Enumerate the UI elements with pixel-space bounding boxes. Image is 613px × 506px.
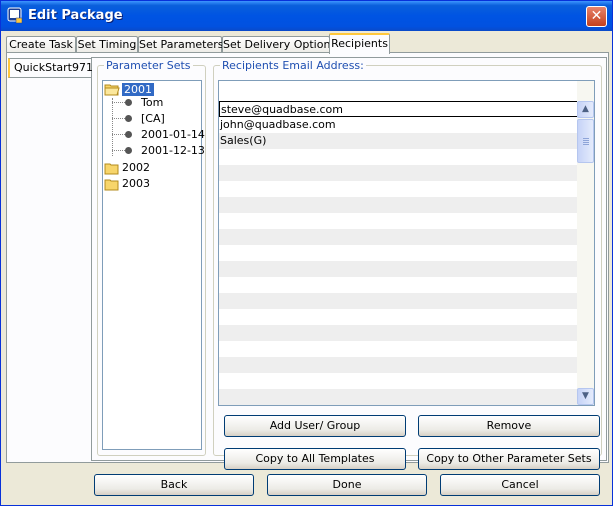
folder-icon [104, 179, 119, 191]
list-item[interactable]: steve@quadbase.com [219, 101, 578, 117]
leaf-icon [125, 99, 132, 106]
app-icon [7, 7, 23, 24]
parameter-sets-tree[interactable]: 2001 Tom [CA] 2001-01-14 2001-12-13 2002… [102, 80, 205, 450]
list-item[interactable]: Sales(G) [219, 133, 578, 149]
tree-node-2001-12-13[interactable]: 2001-12-13 [141, 143, 205, 158]
recipients-list[interactable]: steve@quadbase.com john@quadbase.com Sal… [218, 80, 595, 406]
list-item[interactable]: john@quadbase.com [219, 117, 578, 133]
leaf-icon [125, 147, 132, 154]
scroll-up-button[interactable]: ▲ [577, 101, 594, 118]
empty-row [219, 357, 578, 373]
empty-row [219, 261, 578, 277]
folder-icon [104, 163, 119, 175]
cancel-button[interactable]: Cancel [440, 474, 600, 496]
edit-package-window: Edit Package ✕ Create Task Set Timing Se… [0, 0, 613, 506]
recipients-panel: QuickStart971 Parameter Sets 2001 Tom [C… [6, 52, 609, 470]
empty-row [219, 197, 578, 213]
leaf-icon [125, 115, 132, 122]
tree-connector [112, 98, 113, 156]
tree-connector [112, 134, 125, 135]
tab-strip: Create Task Set Timing Set Parameters Se… [4, 33, 609, 54]
back-button[interactable]: Back [94, 474, 254, 496]
title-bar[interactable]: Edit Package ✕ [1, 1, 612, 31]
parameter-sets-group: Parameter Sets 2001 Tom [CA] 2001-01-14 … [97, 59, 206, 456]
tab-set-timing[interactable]: Set Timing [76, 36, 138, 53]
recipients-rows: steve@quadbase.com john@quadbase.com Sal… [219, 81, 578, 405]
dialog-content: Create Task Set Timing Set Parameters Se… [4, 31, 609, 502]
tree-connector [112, 150, 125, 151]
side-tab-column [8, 58, 91, 460]
tab-create-task[interactable]: Create Task [6, 36, 76, 53]
tree-node-2003[interactable]: 2003 [122, 176, 150, 191]
empty-row [219, 325, 578, 341]
tab-set-parameters[interactable]: Set Parameters [138, 36, 224, 53]
close-button[interactable]: ✕ [586, 6, 607, 27]
recipients-email-label: Recipients Email Address: [220, 59, 366, 72]
vertical-scrollbar[interactable]: ▲ ▼ [577, 81, 594, 405]
recipients-group: Recipients Email Address: steve@quadbase… [213, 59, 602, 470]
tab-set-delivery-options[interactable]: Set Delivery Options [222, 36, 336, 53]
remove-button[interactable]: Remove [418, 415, 600, 437]
empty-row [219, 229, 578, 245]
tree-connector [112, 118, 125, 119]
copy-to-other-parameter-sets-button[interactable]: Copy to Other Parameter Sets [418, 448, 600, 470]
tab-recipients[interactable]: Recipients [329, 33, 390, 54]
add-user-group-button[interactable]: Add User/ Group [224, 415, 406, 437]
tree-node-2001-01-14[interactable]: 2001-01-14 [141, 127, 205, 142]
recipients-inner-panel: Parameter Sets 2001 Tom [CA] 2001-01-14 … [91, 57, 607, 470]
tree-node-2002[interactable]: 2002 [122, 160, 150, 175]
empty-row [219, 165, 578, 181]
scroll-down-button[interactable]: ▼ [577, 388, 594, 405]
side-tab-quickstart971[interactable]: QuickStart971 [8, 58, 93, 78]
window-title: Edit Package [28, 8, 123, 23]
done-button[interactable]: Done [267, 474, 427, 496]
empty-row [219, 389, 578, 405]
folder-open-icon [104, 84, 120, 96]
parameter-sets-label: Parameter Sets [104, 59, 193, 72]
empty-row [219, 293, 578, 309]
tree-node-tom[interactable]: Tom [141, 95, 163, 110]
tree-node-ca[interactable]: [CA] [141, 111, 165, 126]
scroll-thumb[interactable] [577, 119, 594, 163]
leaf-icon [125, 131, 132, 138]
copy-to-all-templates-button[interactable]: Copy to All Templates [224, 448, 406, 470]
tree-connector [112, 102, 125, 103]
